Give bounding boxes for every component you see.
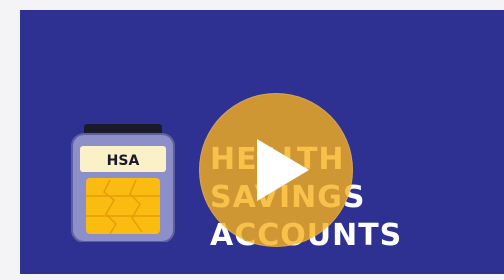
hsa-jar-icon: HSA (71, 124, 175, 242)
play-icon (257, 139, 309, 201)
play-button[interactable] (199, 93, 353, 247)
player-frame: HSA HEALTH SAVINGS ACCOUNTS (0, 0, 504, 280)
coin-stack (86, 178, 160, 234)
video-thumbnail[interactable]: HSA HEALTH SAVINGS ACCOUNTS (20, 10, 504, 274)
jar-label-text: HSA (107, 153, 140, 169)
